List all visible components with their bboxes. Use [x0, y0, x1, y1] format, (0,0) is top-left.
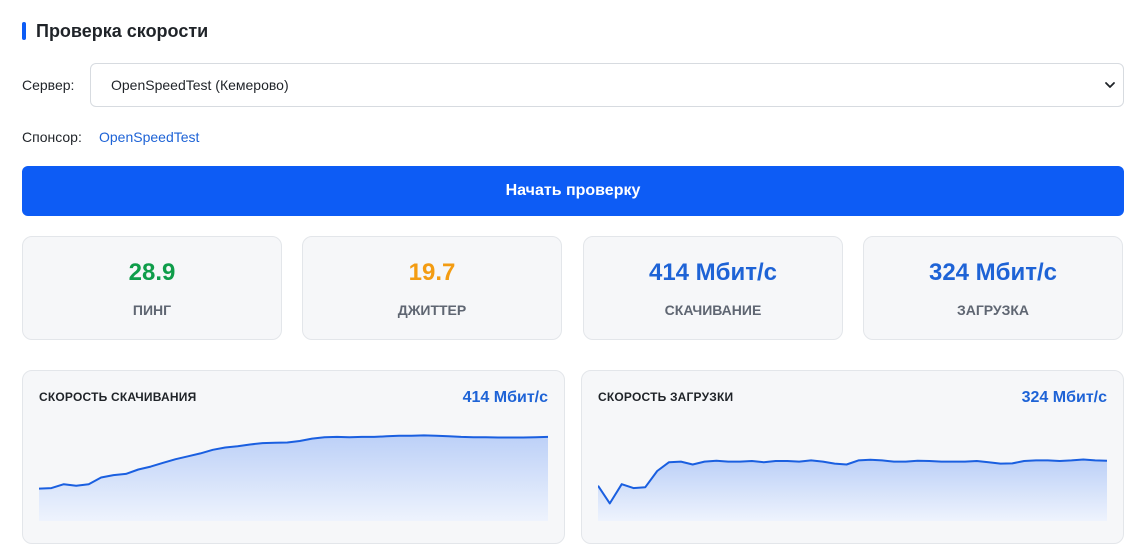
- chart-area-fill: [598, 459, 1107, 521]
- download-chart-card: СКОРОСТЬ СКАЧИВАНИЯ 414 Мбит/с: [22, 370, 565, 544]
- download-value: 414 Мбит/с: [648, 259, 778, 286]
- upload-chart-title: СКОРОСТЬ ЗАГРУЗКИ: [598, 390, 734, 404]
- download-chart-value: 414 Мбит/с: [462, 389, 548, 406]
- upload-card: 324 Мбит/с ЗАГРУЗКА: [863, 236, 1123, 340]
- download-card: 414 Мбит/с СКАЧИВАНИЕ: [583, 236, 843, 340]
- upload-chart-card: СКОРОСТЬ ЗАГРУЗКИ 324 Мбит/с: [581, 370, 1124, 544]
- upload-value: 324 Мбит/с: [928, 259, 1058, 286]
- upload-label: ЗАГРУЗКА: [956, 302, 1030, 318]
- download-speed-chart: [39, 434, 548, 521]
- server-selected-value: OpenSpeedTest (Кемерово): [111, 77, 289, 93]
- page-title: Проверка скорости: [36, 20, 209, 41]
- ping-card: 28.9 ПИНГ: [22, 236, 282, 340]
- start-test-button[interactable]: Начать проверку: [22, 166, 1124, 216]
- upload-speed-chart: [598, 458, 1107, 521]
- chart-area-fill: [39, 435, 548, 521]
- ping-label: ПИНГ: [132, 302, 172, 318]
- jitter-label: ДЖИТТЕР: [397, 302, 467, 318]
- sponsor-label: Спонсор:: [22, 129, 82, 145]
- title-accent-bar: [22, 22, 26, 40]
- download-chart-title: СКОРОСТЬ СКАЧИВАНИЯ: [39, 390, 197, 404]
- server-label: Сервер:: [22, 77, 75, 93]
- sponsor-link[interactable]: OpenSpeedTest: [99, 129, 199, 145]
- download-label: СКАЧИВАНИЕ: [664, 302, 762, 318]
- server-select[interactable]: OpenSpeedTest (Кемерово): [90, 63, 1124, 107]
- upload-chart-value: 324 Мбит/с: [1021, 389, 1107, 406]
- jitter-card: 19.7 ДЖИТТЕР: [302, 236, 562, 340]
- jitter-value: 19.7: [408, 259, 456, 286]
- chevron-down-icon: [1105, 82, 1115, 88]
- ping-value: 28.9: [128, 259, 176, 286]
- page-header: Проверка скорости: [22, 20, 208, 42]
